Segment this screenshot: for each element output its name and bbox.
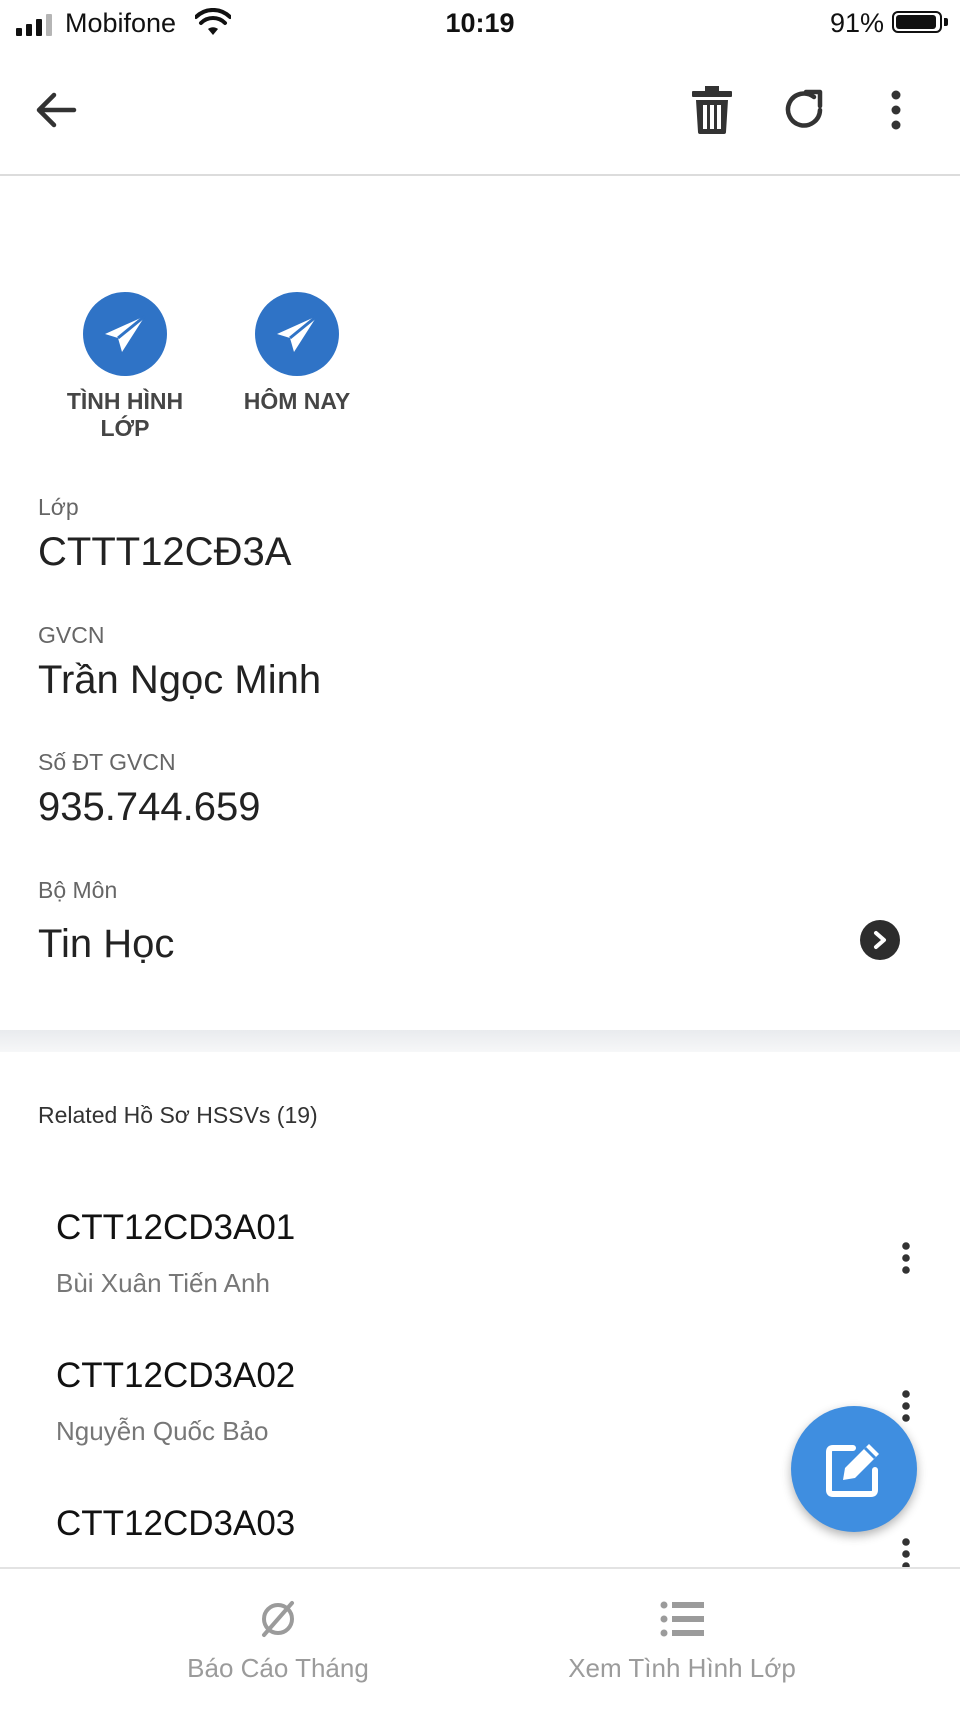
- trash-icon: [692, 86, 732, 134]
- related-header: Related Hồ Sơ HSSVs (19): [38, 1102, 318, 1128]
- department-label: Bộ Môn: [38, 877, 118, 903]
- battery-icon: [892, 11, 942, 33]
- more-vertical-icon: [902, 1538, 910, 1570]
- quick-action-circle[interactable]: [83, 292, 167, 376]
- student-name: Nguyễn Quốc Bảo: [56, 1416, 269, 1446]
- nav-view-class-status[interactable]: Xem Tình Hình Lớp: [442, 1569, 922, 1709]
- more-vertical-icon: [902, 1242, 910, 1274]
- app-bar: [0, 50, 960, 176]
- section-divider: [0, 1030, 960, 1052]
- phone-label: Số ĐT GVCN: [38, 749, 176, 775]
- item-more-button[interactable]: [886, 1228, 926, 1288]
- refresh-icon: [785, 89, 823, 128]
- teacher-value: Trần Ngọc Minh: [38, 658, 322, 702]
- edit-icon: [826, 1444, 879, 1497]
- student-code: CTT12CD3A01: [56, 1208, 296, 1247]
- student-code: CTT12CD3A03: [56, 1504, 296, 1543]
- clock: 10:19: [445, 8, 515, 38]
- nav-label: Xem Tình Hình Lớp: [568, 1653, 796, 1683]
- battery-tip: [944, 18, 948, 26]
- student-code: CTT12CD3A02: [56, 1356, 296, 1395]
- battery-percentage: 91%: [830, 8, 885, 38]
- paper-plane-icon: [277, 314, 318, 352]
- paper-plane-icon: [105, 314, 146, 352]
- quick-action-class-status[interactable]: TÌNH HÌNH LỚP: [45, 292, 205, 442]
- phone-value[interactable]: 935.744.659: [38, 785, 260, 830]
- quick-action-label: HÔM NAY: [243, 388, 351, 414]
- arrow-left-icon: [36, 92, 77, 128]
- class-value: CTTT12CĐ3A: [38, 530, 292, 574]
- quick-action-circle[interactable]: [255, 292, 339, 376]
- department-value[interactable]: Tin Học: [38, 922, 174, 967]
- quick-action-label: TÌNH HÌNH LỚP: [66, 388, 184, 441]
- quick-action-today[interactable]: HÔM NAY: [217, 292, 377, 415]
- list-icon: [660, 1597, 704, 1641]
- more-vertical-icon: [902, 1390, 910, 1422]
- refresh-button[interactable]: [772, 78, 836, 142]
- bottom-navigation: Báo Cáo Tháng Xem Tình Hình Lớp: [0, 1567, 960, 1707]
- more-options-button[interactable]: [864, 78, 928, 142]
- status-bar: Mobifone 10:19 91%: [0, 0, 960, 50]
- back-button[interactable]: [24, 78, 88, 142]
- class-label: Lớp: [38, 494, 79, 520]
- list-item[interactable]: CTT12CD3A01 Bùi Xuân Tiến Anh: [0, 1208, 960, 1356]
- empty-set-icon: [256, 1597, 300, 1641]
- edit-fab-button[interactable]: [791, 1406, 917, 1532]
- delete-button[interactable]: [680, 78, 744, 142]
- more-vertical-icon: [891, 90, 901, 130]
- teacher-label: GVCN: [38, 622, 105, 648]
- student-name: Bùi Xuân Tiến Anh: [56, 1268, 270, 1298]
- department-open-button[interactable]: [860, 920, 900, 960]
- chevron-right-icon: [874, 931, 886, 949]
